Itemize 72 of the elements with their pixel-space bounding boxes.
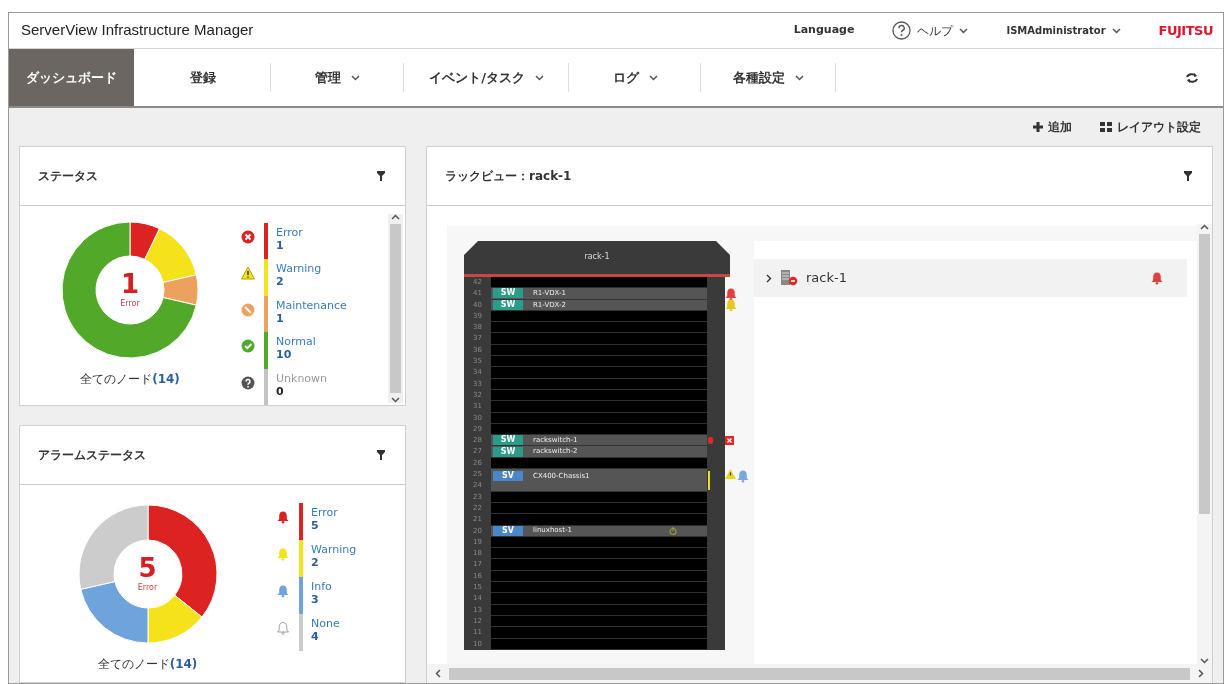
scroll-left-icon[interactable]	[435, 669, 441, 678]
app-title: ServerView Infrastructure Manager	[21, 20, 254, 41]
legend-count: 10	[276, 348, 292, 362]
legend-link[interactable]: Warning	[276, 262, 322, 276]
chevron-down-icon[interactable]	[1111, 27, 1121, 34]
scroll-up-icon[interactable]	[391, 214, 400, 220]
legend-link[interactable]: Maintenance	[276, 298, 347, 312]
device-tag: SW	[493, 435, 523, 446]
legend-count: 2	[276, 275, 284, 289]
scroll-up-icon[interactable]	[1200, 224, 1209, 230]
chevron-down-icon[interactable]	[959, 27, 969, 34]
center-count: 5	[138, 554, 157, 582]
legend-link[interactable]: Normal	[276, 335, 316, 349]
footer-label: 全てのノード	[80, 371, 153, 388]
legend-link: Unknown	[276, 371, 328, 385]
legend-count: 1	[276, 311, 284, 325]
scroll-down-icon[interactable]	[1200, 658, 1209, 664]
nav-tab[interactable]: ダッシュボード	[9, 49, 134, 106]
legend-count: 2	[311, 556, 319, 569]
device-tag: SV	[493, 471, 523, 482]
tree-label: rack-1	[806, 269, 847, 288]
scrollbar[interactable]	[427, 664, 1212, 683]
bell-icon	[277, 584, 289, 598]
plus-icon	[1033, 122, 1043, 132]
prohibited-icon	[241, 302, 255, 317]
node-count-link[interactable]: (14)	[169, 655, 198, 673]
center-count: 1	[120, 270, 140, 298]
legend-count: 1	[276, 239, 284, 252]
legend-link[interactable]: None	[311, 617, 340, 630]
scroll-right-icon[interactable]	[1198, 669, 1204, 678]
rack-title: rack-1	[464, 241, 730, 277]
panel-title: アラームステータス	[38, 447, 146, 464]
chevron-right-icon[interactable]	[766, 273, 772, 283]
layout-settings-button[interactable]: レイアウト設定	[1100, 118, 1201, 136]
node-count-link[interactable]: (14)	[152, 370, 180, 388]
refresh-icon[interactable]	[1185, 71, 1199, 84]
legend-link[interactable]: Error	[311, 506, 338, 519]
device-tag: SW	[493, 299, 523, 310]
check-icon	[241, 339, 255, 354]
scroll-down-icon[interactable]	[391, 397, 400, 403]
scrollbar[interactable]	[1197, 224, 1212, 664]
center-label: Error	[137, 582, 158, 594]
legend-count: 0	[276, 384, 284, 398]
legend-link[interactable]: Warning	[311, 543, 357, 556]
user-menu[interactable]: ISMAdministrator	[1006, 23, 1106, 38]
device-tag: SW	[493, 288, 523, 299]
center-label: Error	[120, 298, 140, 310]
legend-count: 3	[311, 593, 319, 606]
add-button[interactable]: 追加	[1033, 118, 1072, 136]
tree-node[interactable]: rack-1	[754, 259, 1187, 297]
scrollbar[interactable]	[388, 214, 403, 403]
legend-count: 5	[311, 519, 319, 532]
grid-icon	[1100, 122, 1112, 132]
device-tag: SV	[493, 525, 523, 536]
error-icon	[241, 230, 255, 244]
legend-link[interactable]: Error	[276, 226, 303, 239]
bell-icon	[277, 621, 289, 635]
legend-link[interactable]: Info	[311, 580, 332, 593]
company-logo: FUJITSU	[1158, 21, 1213, 40]
help-icon[interactable]	[892, 21, 912, 40]
help-menu[interactable]: ヘルプ	[917, 21, 954, 40]
panel-title: ラックビュー：rack-1	[445, 168, 572, 185]
bell-icon	[277, 510, 289, 524]
question-icon	[241, 375, 255, 390]
bell-icon	[277, 547, 289, 561]
footer-label: 全てのノード	[97, 656, 170, 673]
rack-icon	[780, 270, 798, 286]
warning-icon	[241, 266, 255, 281]
panel-title: ステータス	[38, 168, 98, 185]
language-menu[interactable]: Language	[793, 22, 855, 39]
device-tag: SW	[493, 446, 523, 457]
legend-count: 4	[311, 630, 319, 643]
